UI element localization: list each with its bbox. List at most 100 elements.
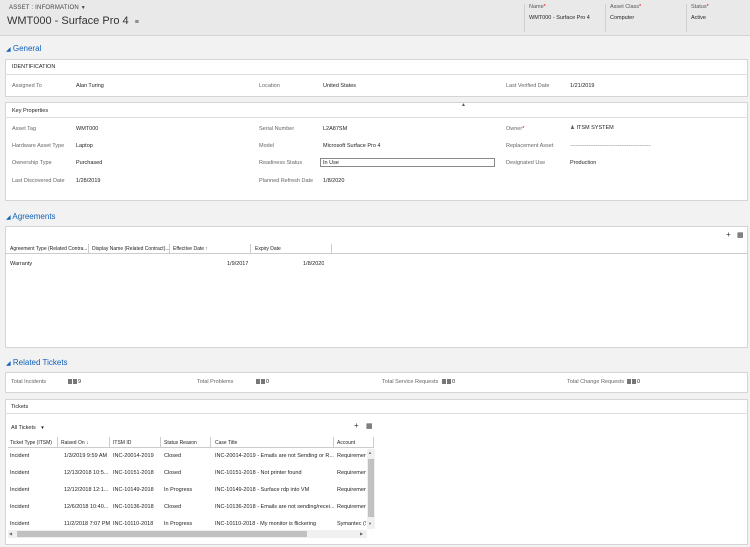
ticket-type-cell: Incident bbox=[10, 504, 30, 510]
account-link[interactable]: Requiremen bbox=[337, 453, 366, 459]
case-title-link[interactable]: INC-20014-2019 - Emails are not Sending … bbox=[215, 453, 335, 459]
header-field-label: Name bbox=[529, 4, 544, 10]
tickets-rows: Incident 1/3/2019 9:59 AM INC-20014-2019… bbox=[8, 449, 366, 534]
last-verified-value[interactable]: 1/21/2019 bbox=[570, 83, 594, 89]
replacement-asset-label: Replacement Asset bbox=[506, 143, 554, 149]
raised-on-column[interactable]: Raised On ↓ bbox=[61, 440, 89, 446]
raised-on-cell: 12/13/2018 10:5... bbox=[64, 470, 109, 476]
identification-card-header bbox=[5, 59, 748, 75]
scrollbar-thumb[interactable] bbox=[17, 531, 307, 537]
agreements-section-toggle[interactable]: ◢ Agreements bbox=[6, 212, 56, 221]
case-title-link[interactable]: INC-10136-2018 - Emails are not sending/… bbox=[215, 504, 335, 510]
model-link[interactable]: Microsoft Surface Pro 4 bbox=[323, 143, 380, 149]
hierarchy-icon[interactable]: ≡ bbox=[135, 19, 139, 26]
table-row[interactable]: Incident 1/3/2019 9:59 AM INC-20014-2019… bbox=[8, 449, 366, 466]
column-divider[interactable] bbox=[109, 437, 110, 447]
general-section-toggle[interactable]: ◢ General bbox=[6, 44, 41, 53]
record-title-text: WMT000 - Surface Pro 4 bbox=[7, 15, 129, 27]
agreement-type-column[interactable]: Agreement Type (Related Contra... bbox=[10, 246, 87, 252]
column-divider[interactable] bbox=[210, 437, 211, 447]
total-change-requests-value: 0 bbox=[627, 379, 640, 385]
itsm-id-column[interactable]: ITSM ID bbox=[113, 440, 131, 446]
header-separator bbox=[524, 4, 525, 32]
effective-date-column[interactable]: Effective Date ↑ bbox=[173, 246, 208, 252]
asset-tag-label: Asset Tag bbox=[12, 126, 37, 132]
vertical-scrollbar[interactable]: ▲ ▼ bbox=[367, 449, 375, 529]
caret-up-icon: ▲ bbox=[461, 102, 466, 108]
account-link[interactable]: Requiremen bbox=[337, 504, 366, 510]
column-divider[interactable] bbox=[57, 437, 58, 447]
account-column[interactable]: Account bbox=[337, 440, 355, 446]
status-reason-cell: In Progress bbox=[164, 521, 193, 527]
ownership-type-value[interactable]: Purchased bbox=[76, 160, 102, 166]
scroll-up-icon[interactable]: ▲ bbox=[368, 450, 372, 455]
header-field-label: Status bbox=[691, 4, 707, 10]
scrollbar-thumb[interactable] bbox=[368, 459, 374, 517]
view-selector[interactable]: All Tickets ▼ bbox=[11, 425, 45, 431]
case-title-link[interactable]: INC-10151-2018 - Not printer found bbox=[215, 470, 335, 476]
scroll-right-icon[interactable]: ▶ bbox=[360, 531, 363, 536]
account-link[interactable]: Symantec (S bbox=[337, 521, 366, 527]
effective-date-cell[interactable]: 1/9/2017 bbox=[227, 261, 248, 267]
ticket-type-column[interactable]: Ticket Type (ITSM) bbox=[10, 440, 52, 446]
expiry-date-cell[interactable]: 1/8/2020 bbox=[303, 261, 324, 267]
entity-type-selector[interactable]: ASSET : INFORMATION ▼ bbox=[9, 5, 86, 11]
column-divider[interactable] bbox=[250, 244, 251, 254]
scroll-left-icon[interactable]: ◀ bbox=[9, 531, 12, 536]
last-discovered-value[interactable]: 1/28/2019 bbox=[76, 178, 100, 184]
column-divider[interactable] bbox=[373, 437, 374, 447]
table-row[interactable]: Incident 12/6/2018 10:40... INC-10136-20… bbox=[8, 500, 366, 517]
horizontal-scrollbar[interactable]: ◀ ▶ bbox=[8, 530, 367, 538]
required-marker: * bbox=[639, 4, 642, 10]
header-field-status: Status* Active bbox=[691, 4, 709, 21]
case-title-link[interactable]: INC-10110-2018 - My monitor is flickerin… bbox=[215, 521, 335, 527]
case-title-column[interactable]: Case Title bbox=[215, 440, 237, 446]
owner-link[interactable]: ♟ ITSM SYSTEM bbox=[570, 125, 614, 131]
table-row[interactable]: Incident 12/12/2018 12:1... INC-10149-20… bbox=[8, 483, 366, 500]
expiry-date-column[interactable]: Expiry Date bbox=[255, 246, 281, 252]
account-link[interactable]: Requiremen bbox=[337, 470, 366, 476]
header-field-value[interactable]: WMT000 - Surface Pro 4 bbox=[529, 15, 590, 21]
header-field-value[interactable]: Active bbox=[691, 15, 709, 21]
replacement-asset-value[interactable]: ----------------------------------------… bbox=[570, 143, 651, 149]
lock-icon bbox=[261, 379, 265, 385]
designated-use-value[interactable]: Production bbox=[570, 160, 596, 166]
column-divider[interactable] bbox=[169, 244, 170, 254]
lock-icon bbox=[73, 379, 77, 385]
required-marker: * bbox=[706, 4, 709, 10]
header-field-label: Asset Class bbox=[610, 4, 640, 10]
hardware-type-link[interactable]: Laptop bbox=[76, 143, 93, 149]
case-title-link[interactable]: INC-10149-2018 - Surface rdp into VM bbox=[215, 487, 335, 493]
lock-icon bbox=[68, 379, 72, 385]
column-divider[interactable] bbox=[88, 244, 89, 254]
display-name-column[interactable]: Display Name (Related Contract)... bbox=[92, 246, 170, 252]
serial-number-value[interactable]: L2A87SM bbox=[323, 126, 347, 132]
tickets-title: Tickets bbox=[11, 404, 29, 410]
add-icon[interactable]: + bbox=[726, 230, 731, 239]
column-divider[interactable] bbox=[160, 437, 161, 447]
location-link[interactable]: United States bbox=[323, 83, 356, 89]
grid-view-icon[interactable]: ▦ bbox=[737, 231, 744, 239]
assigned-to-link[interactable]: Alan Turing bbox=[76, 83, 104, 89]
related-tickets-section-toggle[interactable]: ◢ Related Tickets bbox=[6, 358, 68, 367]
itsm-id-cell: INC-10110-2018 bbox=[113, 521, 154, 527]
asset-tag-value[interactable]: WMT000 bbox=[76, 126, 98, 132]
column-divider[interactable] bbox=[333, 437, 334, 447]
status-reason-column[interactable]: Status Reason bbox=[164, 440, 197, 446]
planned-refresh-value[interactable]: 1/8/2020 bbox=[323, 178, 344, 184]
add-icon[interactable]: + bbox=[354, 421, 359, 430]
planned-refresh-label: Planned Refresh Date bbox=[259, 178, 314, 184]
table-row[interactable]: Incident 12/13/2018 10:5... INC-10151-20… bbox=[8, 466, 366, 483]
scroll-down-icon[interactable]: ▼ bbox=[368, 521, 372, 526]
readiness-status-select[interactable]: In Use bbox=[320, 158, 495, 167]
total-service-requests-label: Total Service Requests bbox=[382, 379, 439, 385]
related-tickets-section-title: Related Tickets bbox=[12, 358, 68, 367]
column-divider[interactable] bbox=[331, 244, 332, 254]
agreement-type-cell[interactable]: Warranty bbox=[10, 261, 32, 267]
account-link[interactable]: Requiremen bbox=[337, 487, 366, 493]
header-field-value[interactable]: Computer bbox=[610, 15, 641, 21]
identification-title: IDENTIFICATION bbox=[12, 64, 56, 70]
total-problems-value: 0 bbox=[256, 379, 269, 385]
itsm-id-cell: INC-10136-2018 bbox=[113, 504, 154, 510]
grid-view-icon[interactable]: ▦ bbox=[366, 422, 373, 430]
